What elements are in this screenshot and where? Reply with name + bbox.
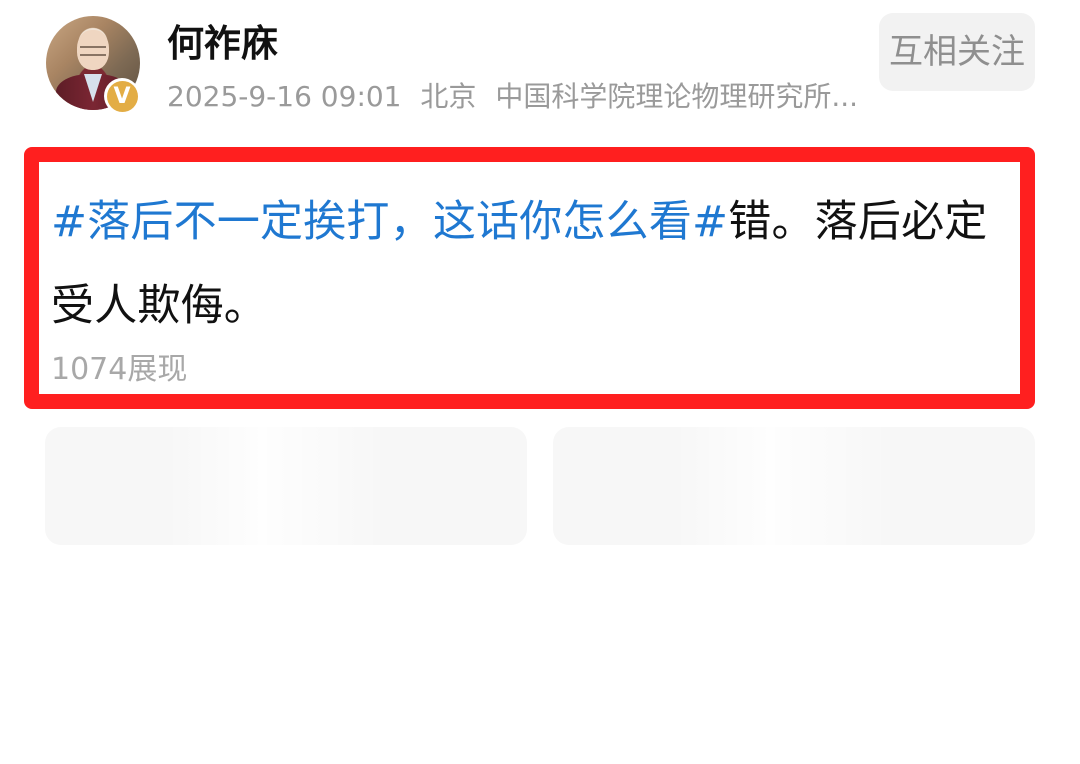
institution: 中国科学院理论物理研究所... [495,80,857,113]
post-meta: 2025-9-16 09:01 北京 中国科学院理论物理研究所... [167,80,857,114]
placeholder-card-right[interactable] [553,427,1035,545]
post-text: #落后不一定挨打，这话你怎么看#错。落后必定受人欺侮。 [51,180,1021,348]
verified-badge-icon: V [104,78,140,114]
follow-button[interactable]: 互相关注 [879,13,1035,91]
timestamp: 2025-9-16 09:01 [167,80,402,113]
avatar-glasses [80,46,106,56]
post-detail-page: V 何祚庥 2025-9-16 09:01 北京 中国科学院理论物理研究所...… [0,0,1080,764]
impressions-count: 1074展现 [51,352,188,387]
verified-badge-text: V [106,80,138,112]
username[interactable]: 何祚庥 [167,22,278,66]
placeholder-card-left[interactable] [45,427,527,545]
location: 北京 [420,80,477,113]
topic-link[interactable]: #落后不一定挨打，这话你怎么看# [51,197,728,247]
highlighted-post: #落后不一定挨打，这话你怎么看#错。落后必定受人欺侮。 1074展现 [24,147,1035,409]
